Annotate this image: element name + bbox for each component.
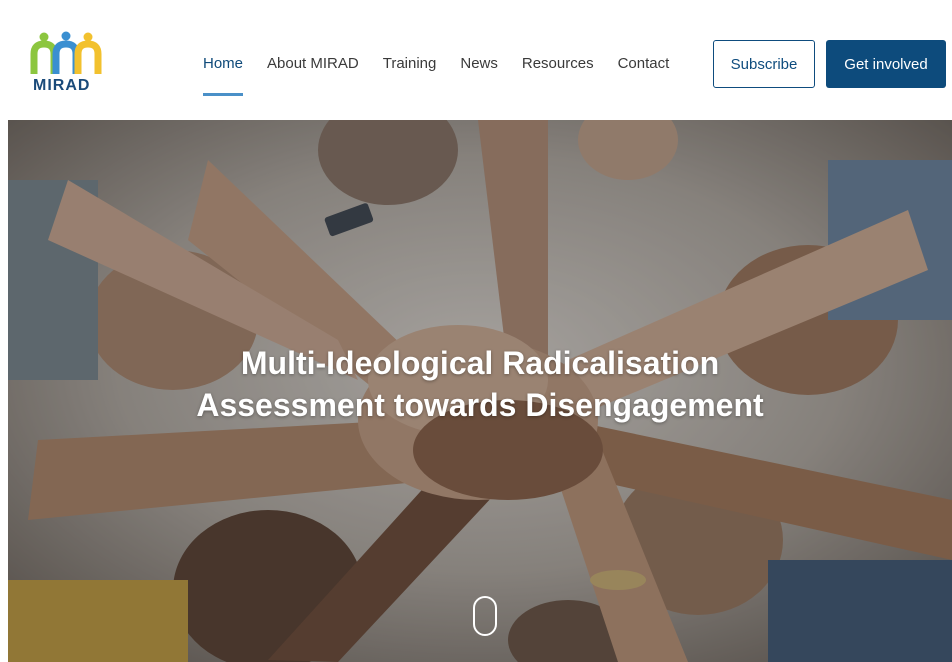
nav-item-label: Contact — [617, 55, 670, 72]
subscribe-button[interactable]: Subscribe — [713, 40, 815, 88]
nav-item-resources[interactable]: Resources — [522, 52, 594, 76]
nav-item-home[interactable]: Home — [203, 52, 244, 96]
logo-figures-icon — [30, 31, 102, 74]
active-nav-underline — [203, 93, 244, 96]
mouse-scroll-icon[interactable] — [473, 596, 497, 636]
nav-item-label: About MIRAD — [267, 55, 359, 72]
nav-item-training[interactable]: Training — [383, 52, 437, 76]
mirad-logo[interactable]: MIRAD — [30, 30, 110, 100]
hero-banner: Multi-Ideological Radicalisation Assessm… — [8, 120, 952, 662]
nav-item-about[interactable]: About MIRAD — [267, 52, 359, 76]
nav-item-label: Training — [382, 55, 437, 72]
nav-item-contact[interactable]: Contact — [618, 52, 670, 76]
hero-title-line-1: Multi-Ideological Radicalisation — [240, 345, 720, 381]
logo-wordmark: MIRAD — [33, 77, 91, 94]
nav-item-label: News — [460, 55, 498, 72]
nav-item-label: Resources — [521, 55, 594, 72]
hero-title: Multi-Ideological Radicalisation Assessm… — [8, 342, 952, 426]
site-header: MIRAD Home About MIRAD Training News Res… — [0, 0, 952, 120]
nav-item-news[interactable]: News — [460, 52, 498, 76]
main-nav: Home About MIRAD Training News Resources… — [203, 52, 693, 96]
get-involved-button[interactable]: Get involved — [826, 40, 946, 88]
hero-title-line-2: Assessment towards Disengagement — [196, 387, 764, 423]
nav-item-label: Home — [203, 55, 244, 72]
